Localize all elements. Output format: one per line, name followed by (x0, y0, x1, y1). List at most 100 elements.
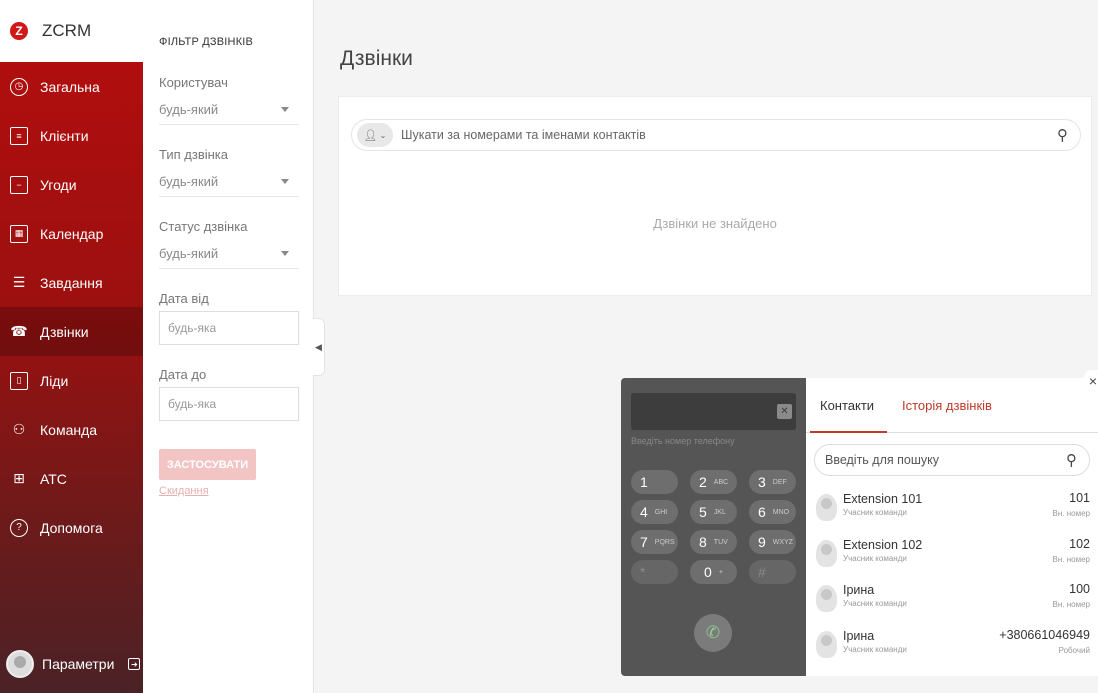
dashboard-icon: ◷ (10, 77, 28, 96)
search-icon[interactable]: ⚲ (1057, 126, 1068, 144)
collapse-panel-toggle[interactable]: ◀ (313, 318, 325, 376)
key-digit: 0 (704, 564, 712, 580)
sidebar-item-tasks[interactable]: ☰ Завдання (0, 258, 143, 307)
type-filter-value: будь-який (159, 174, 219, 189)
keypad-key-3[interactable]: 3 DEF (749, 470, 796, 494)
sidebar-item-leads[interactable]: ▯ Ліди (0, 356, 143, 405)
status-filter-label: Статус дзвінка (159, 219, 248, 234)
leads-icon: ▯ (10, 371, 28, 390)
keypad-key-1[interactable]: 1 (631, 470, 678, 494)
keypad-key-7[interactable]: 7 PQRS (631, 530, 678, 554)
profile-settings[interactable]: Параметри ➜ (0, 635, 143, 693)
date-to-input[interactable]: будь-яка (159, 387, 299, 421)
contact-number[interactable]: +380661046949 (999, 628, 1090, 642)
chevron-down-icon: ⌄ (379, 130, 387, 140)
phone-input-hint: Введіть номер телефону (631, 436, 735, 446)
list-item[interactable]: Extension 101 Учасник команди 101 Вн. но… (806, 486, 1098, 532)
page-title: Дзвінки (340, 47, 413, 70)
key-digit: 7 (640, 534, 648, 550)
keypad-key-2[interactable]: 2 ABC (690, 470, 737, 494)
sidebar-item-label: Завдання (40, 274, 103, 291)
keypad-key-hash[interactable]: # (749, 560, 796, 584)
tab-call-history[interactable]: Історія дзвінків (902, 398, 992, 413)
chevron-down-icon (281, 179, 289, 184)
keypad-key-star[interactable]: * (631, 560, 678, 584)
contact-name: Extension 101 (843, 492, 923, 506)
type-filter-select[interactable]: будь-який (159, 167, 299, 197)
sidebar-item-calendar[interactable]: ▦ Календар (0, 209, 143, 258)
sidebar-item-label: АТС (40, 470, 67, 487)
chevron-left-icon: ◀ (315, 341, 322, 352)
contact-filter-toggle[interactable]: 👤︎ ⌄ (357, 123, 393, 147)
sidebar-nav: ◷ Загальна ≡ Клієнти − Угоди ▦ Календар … (0, 62, 143, 552)
contact-role: Учасник команди (843, 508, 907, 517)
sidebar-item-clients[interactable]: ≡ Клієнти (0, 111, 143, 160)
sidebar-item-label: Календар (40, 225, 104, 242)
deals-icon: − (10, 175, 28, 194)
key-letters: DEF (772, 478, 787, 486)
keypad-key-6[interactable]: 6 MNO (749, 500, 796, 524)
calls-search-bar[interactable]: 👤︎ ⌄ Шукати за номерами та іменами контак… (351, 119, 1081, 151)
key-digit: 9 (758, 534, 766, 550)
brand[interactable]: Z ZCRM (0, 0, 143, 62)
team-icon: ⚇ (12, 421, 26, 437)
sidebar-item-deals[interactable]: − Угоди (0, 160, 143, 209)
contact-name: Extension 102 (843, 537, 923, 552)
avatar (816, 539, 837, 567)
apply-button[interactable]: ЗАСТОСУВАТИ (159, 449, 256, 480)
contact-number-type: Вн. номер (1052, 600, 1090, 609)
calls-search-input[interactable]: Шукати за номерами та іменами контактів (401, 128, 1057, 142)
contact-number[interactable]: 102 (1069, 537, 1090, 551)
backspace-icon[interactable]: ✕ (777, 404, 792, 419)
active-tab-indicator (810, 431, 887, 433)
search-icon[interactable]: ⚲ (1066, 451, 1077, 469)
pbx-icon: ⊞ (13, 470, 25, 486)
contact-role: Учасник команди (843, 599, 907, 608)
keypad-key-5[interactable]: 5 JKL (690, 500, 737, 524)
brand-name: ZCRM (42, 21, 92, 40)
key-digit: * (640, 564, 646, 580)
keypad-key-9[interactable]: 9 WXYZ (749, 530, 796, 554)
list-item[interactable]: Ірина Учасник команди 100 Вн. номер (806, 577, 1098, 623)
close-icon[interactable]: × (1084, 370, 1098, 392)
avatar (816, 585, 837, 612)
key-digit: 8 (699, 534, 707, 550)
sidebar-item-label: Загальна (40, 78, 100, 95)
status-filter-value: будь-який (159, 246, 219, 261)
keypad-key-4[interactable]: 4 GHI (631, 500, 678, 524)
date-from-label: Дата від (159, 291, 209, 306)
call-button[interactable]: ✆ (694, 614, 732, 652)
contact-number-type: Робочий (1058, 645, 1090, 655)
date-from-input[interactable]: будь-яка (159, 311, 299, 345)
sidebar-item-calls[interactable]: ☎ Дзвінки (0, 307, 143, 356)
contacts-search-bar[interactable]: Введіть для пошуку ⚲ (814, 444, 1090, 476)
phone-icon: ☎ (10, 323, 28, 339)
list-item[interactable]: Ірина Учасник команди +380661046949 Робо… (806, 623, 1098, 669)
list-item[interactable]: Extension 102 Учасник команди 102 Вн. но… (806, 532, 1098, 578)
keypad-key-0[interactable]: 0 + (690, 560, 737, 584)
reset-link[interactable]: Скидання (159, 485, 299, 497)
key-digit: 3 (758, 474, 766, 490)
phone-number-input[interactable]: ✕ (631, 393, 796, 430)
sidebar-item-pbx[interactable]: ⊞ АТС (0, 454, 143, 503)
chevron-down-icon (281, 107, 289, 112)
avatar (816, 630, 837, 658)
tab-contacts[interactable]: Контакти (820, 398, 874, 413)
contact-number[interactable]: 101 (1069, 491, 1090, 505)
user-filter-value: будь-який (159, 102, 219, 117)
sidebar-item-help[interactable]: ? Допомога (0, 503, 143, 552)
sidebar-item-general[interactable]: ◷ Загальна (0, 62, 143, 111)
status-filter-select[interactable]: будь-який (159, 239, 299, 269)
logout-icon[interactable]: ➜ (128, 658, 141, 670)
sidebar-item-team[interactable]: ⚇ Команда (0, 405, 143, 454)
key-letters: ABC (713, 478, 729, 486)
contacts-search-input[interactable]: Введіть для пошуку (825, 453, 1066, 467)
contact-name: Ірина (843, 583, 875, 597)
user-icon: 👤︎ (363, 129, 378, 142)
user-filter-select[interactable]: будь-який (159, 95, 299, 125)
contact-number[interactable]: 100 (1069, 582, 1090, 596)
chevron-down-icon (281, 251, 289, 256)
key-digit: # (758, 564, 766, 580)
profile-label: Параметри (42, 656, 115, 672)
keypad-key-8[interactable]: 8 TUV (690, 530, 737, 554)
